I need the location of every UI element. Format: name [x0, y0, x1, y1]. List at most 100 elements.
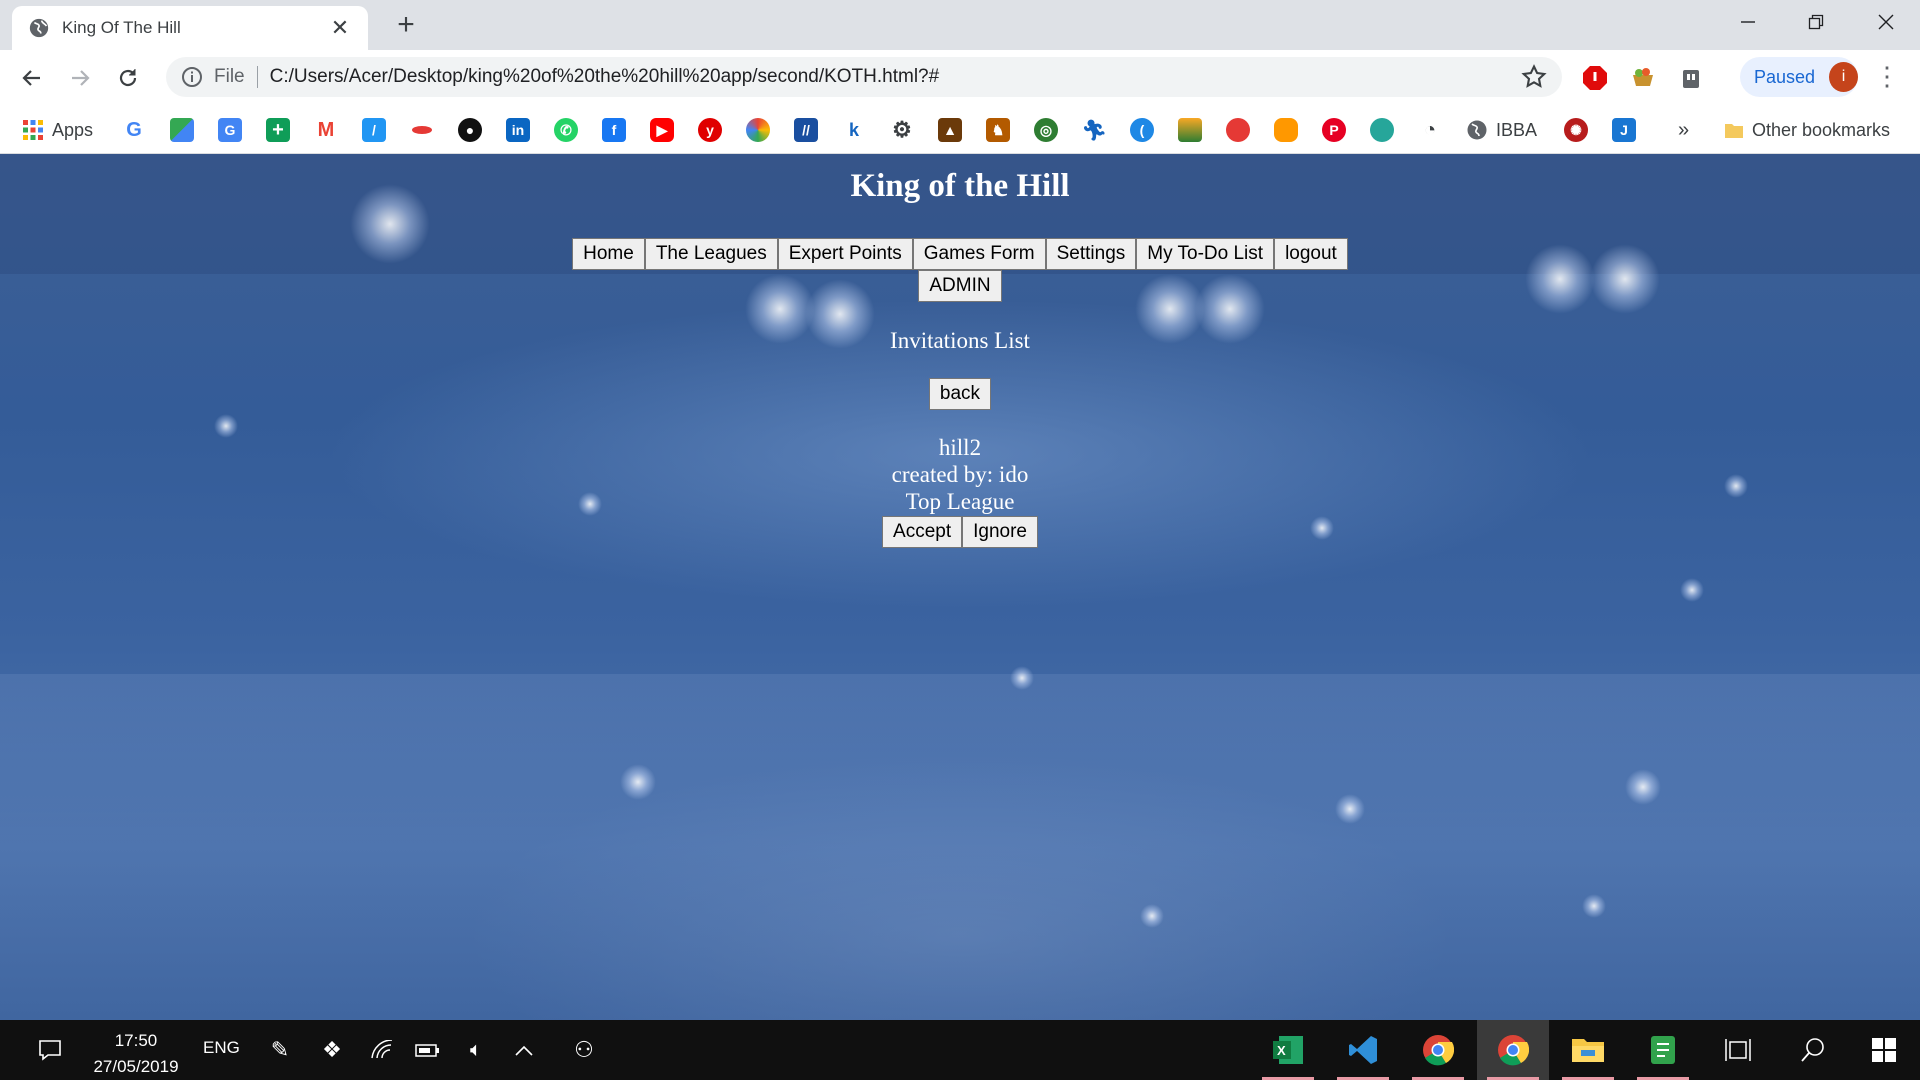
adblock-extension-icon[interactable]: [1580, 63, 1610, 93]
bookmark-game-b[interactable]: ♞: [986, 118, 1010, 142]
bookmark-whatsapp[interactable]: ✆: [554, 118, 578, 142]
bookmark-star-icon[interactable]: [1520, 63, 1548, 91]
volume-button[interactable]: 🔈︎: [458, 1020, 494, 1080]
address-bar[interactable]: File C:/Users/Acer/Desktop/king%20of%20t…: [166, 57, 1562, 97]
game-b-icon: ♞: [986, 118, 1010, 142]
menu-settings-button[interactable]: Settings: [1045, 238, 1137, 270]
bookmark-speed[interactable]: ◔: [1418, 118, 1442, 142]
minimize-button[interactable]: [1714, 0, 1782, 44]
game-a-icon: ▲: [938, 118, 962, 142]
bookmark-google[interactable]: G: [122, 118, 146, 142]
stadium-crowd: [0, 674, 1920, 1020]
file-explorer-app[interactable]: [1552, 1020, 1624, 1080]
close-tab-icon[interactable]: ✕: [328, 15, 352, 41]
puzzle-extension-icon[interactable]: [1676, 63, 1706, 93]
stadium-light: [620, 764, 656, 800]
menu-expert-points-button[interactable]: Expert Points: [777, 238, 913, 270]
bookmarks-bar: Apps G G + M / ● in ✆ f ▶ y // k ⚙ ▲ ♞ ◎…: [0, 104, 1920, 154]
chrome-app[interactable]: [1402, 1020, 1474, 1080]
pen-button[interactable]: ✎: [262, 1020, 298, 1080]
admin-button[interactable]: ADMIN: [918, 270, 1002, 302]
info-icon[interactable]: [180, 65, 204, 89]
bookmark-site-b[interactable]: k: [842, 118, 866, 142]
site-e-icon: [1178, 118, 1202, 142]
wifi-button[interactable]: [364, 1020, 400, 1080]
bookmark-game-a[interactable]: ▲: [938, 118, 962, 142]
bookmark-site-i[interactable]: J: [1612, 118, 1636, 142]
bookmark-settings[interactable]: ⚙: [890, 117, 914, 142]
bookmark-site-a[interactable]: //: [794, 118, 818, 142]
stadium-light: [1582, 894, 1606, 918]
vscode-app[interactable]: [1327, 1020, 1399, 1080]
menu-home-button[interactable]: Home: [572, 238, 645, 270]
bookmark-site-h[interactable]: ✺: [1564, 118, 1588, 142]
bookmark-site-f[interactable]: [1274, 118, 1298, 142]
bookmark-translate[interactable]: G: [218, 118, 242, 142]
chrome-app-active[interactable]: [1477, 1020, 1549, 1080]
site-d-icon: (: [1130, 118, 1154, 142]
new-tab-button[interactable]: +: [390, 10, 422, 42]
lips-icon: [410, 118, 434, 142]
bookmark-site-e[interactable]: [1178, 118, 1202, 142]
bookmark-ynet[interactable]: y: [698, 118, 722, 142]
language-indicator[interactable]: ENG: [203, 1038, 240, 1058]
people-button[interactable]: ⚇: [566, 1020, 602, 1080]
bookmarks-overflow[interactable]: »: [1678, 118, 1689, 142]
bookmark-other[interactable]: Other bookmarks: [1724, 118, 1890, 142]
search-button[interactable]: [1777, 1020, 1849, 1080]
colorwheel-icon: [746, 118, 770, 142]
forward-nav-button[interactable]: [62, 60, 98, 96]
excel-app[interactable]: X: [1252, 1020, 1324, 1080]
bookmark-site-g[interactable]: [1370, 118, 1394, 142]
ignore-button[interactable]: Ignore: [962, 516, 1038, 548]
bookmark-github[interactable]: ●: [458, 118, 482, 142]
menu-kebab-icon[interactable]: ⋮: [1874, 62, 1900, 92]
bookmark-plus[interactable]: +: [266, 118, 290, 142]
bookmark-colorwheel[interactable]: [746, 118, 770, 142]
back-button[interactable]: back: [928, 378, 992, 410]
bookmark-forms[interactable]: /: [362, 118, 386, 142]
task-view-button[interactable]: [1702, 1020, 1774, 1080]
battery-button[interactable]: [410, 1020, 446, 1080]
reload-button[interactable]: [110, 60, 146, 96]
profile-button[interactable]: Paused i: [1740, 57, 1858, 97]
back-nav-button[interactable]: [14, 60, 50, 96]
start-button[interactable]: [1848, 1020, 1920, 1080]
bookmark-runner[interactable]: 🏃︎: [1081, 118, 1107, 142]
volume-icon: 🔈︎: [470, 1038, 482, 1061]
menu-todo-list-button[interactable]: My To-Do List: [1136, 238, 1275, 270]
gear-icon: ⚙: [892, 117, 912, 142]
pinterest-icon: P: [1322, 118, 1346, 142]
dropbox-button[interactable]: ❖: [314, 1020, 350, 1080]
bookmark-gmail[interactable]: M: [314, 118, 338, 142]
gmail-icon: M: [317, 118, 335, 141]
globe-icon: [29, 18, 49, 38]
google-icon: G: [126, 118, 142, 141]
bookmark-youtube[interactable]: ▶: [650, 118, 674, 142]
url-text[interactable]: C:/Users/Acer/Desktop/king%20of%20the%20…: [270, 66, 1520, 88]
bookmark-linkedin[interactable]: in: [506, 118, 530, 142]
show-hidden-icons-button[interactable]: [506, 1020, 542, 1080]
bookmark-lips[interactable]: [410, 118, 434, 142]
menu-games-form-button[interactable]: Games Form: [912, 238, 1046, 270]
runner-icon: 🏃︎: [1081, 119, 1107, 142]
notes-app[interactable]: [1627, 1020, 1699, 1080]
close-window-button[interactable]: [1852, 0, 1920, 44]
menu-leagues-button[interactable]: The Leagues: [644, 238, 778, 270]
menu-logout-button[interactable]: logout: [1274, 238, 1348, 270]
bookmark-site-d[interactable]: (: [1130, 118, 1154, 142]
bookmark-pinterest[interactable]: P: [1322, 118, 1346, 142]
arrow-left-icon: [22, 70, 40, 86]
bookmark-site-c[interactable]: ◎: [1034, 118, 1058, 142]
accept-button[interactable]: Accept: [882, 516, 963, 548]
bookmark-maps[interactable]: [170, 118, 194, 142]
taskbar-clock[interactable]: 17:50 27/05/2019: [86, 1028, 186, 1080]
bookmark-ibba[interactable]: IBBA: [1466, 118, 1537, 142]
restore-button[interactable]: [1782, 0, 1850, 44]
basket-extension-icon[interactable]: [1628, 63, 1658, 93]
bookmark-facebook[interactable]: f: [602, 118, 626, 142]
action-center-button[interactable]: [30, 1020, 70, 1080]
browser-tab[interactable]: King Of The Hill ✕: [12, 6, 368, 50]
bookmark-apps[interactable]: Apps: [22, 118, 93, 142]
bookmark-tomato[interactable]: [1226, 118, 1250, 142]
